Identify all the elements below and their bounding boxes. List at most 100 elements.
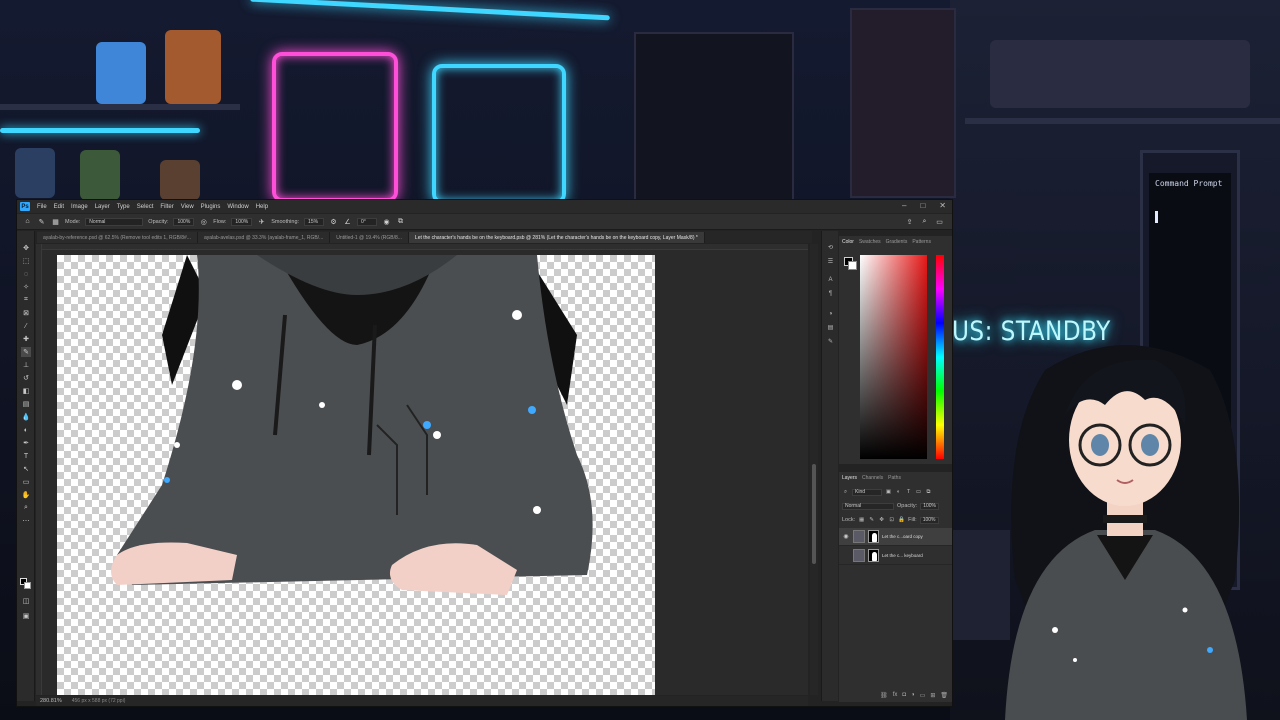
menu-layer[interactable]: Layer — [95, 204, 110, 210]
object-select-tool-icon[interactable]: ✧ — [21, 282, 31, 292]
tab-document-active[interactable]: Let the character's hands be on the keyb… — [408, 232, 705, 243]
filter-smart-icon[interactable]: ⧉ — [925, 489, 932, 496]
new-layer-icon[interactable]: ⊞ — [930, 692, 935, 699]
brushes-icon[interactable]: ✎ — [826, 337, 835, 346]
layer-mask-thumbnail[interactable] — [868, 549, 879, 562]
menu-file[interactable]: File — [37, 204, 47, 210]
canvas-vertical-scrollbar[interactable] — [810, 244, 818, 695]
zoom-tool-icon[interactable]: ⌕ — [21, 503, 31, 513]
link-layers-icon[interactable]: ⛓ — [880, 692, 888, 699]
brush-settings-icon[interactable]: ▦ — [51, 217, 60, 226]
eraser-tool-icon[interactable]: ◧ — [21, 386, 31, 396]
adjustments-icon[interactable]: ◑ — [826, 309, 835, 318]
maximize-button[interactable]: □ — [920, 201, 925, 210]
properties-icon[interactable]: ☰ — [826, 257, 835, 266]
home-icon[interactable]: ⌂ — [23, 217, 32, 226]
tab-document-3[interactable]: Untitled-1 @ 19.4% (RGB/8... — [330, 232, 409, 243]
tab-patterns[interactable]: Patterns — [912, 239, 931, 246]
add-mask-icon[interactable]: ◘ — [902, 692, 906, 699]
search-icon[interactable]: ⌕ — [920, 217, 929, 226]
frame-tool-icon[interactable]: ⊠ — [21, 308, 31, 318]
filter-shape-icon[interactable]: ▭ — [915, 489, 922, 496]
lock-transparent-icon[interactable]: ▦ — [858, 517, 865, 524]
fill-field[interactable]: 100% — [919, 516, 939, 524]
quick-mask-icon[interactable]: ◫ — [21, 596, 31, 606]
scrollbar-thumb[interactable] — [812, 464, 816, 564]
tab-gradients[interactable]: Gradients — [886, 239, 908, 246]
delete-layer-icon[interactable]: 🗑 — [940, 692, 948, 699]
photoshop-logo-icon[interactable]: Ps — [20, 202, 30, 211]
filter-type-icon[interactable]: T — [905, 489, 912, 496]
pressure-opacity-icon[interactable]: ◎ — [199, 217, 208, 226]
pen-tool-icon[interactable]: ✒ — [21, 438, 31, 448]
character-icon[interactable]: A — [826, 275, 835, 284]
layer-style-icon[interactable]: fx — [893, 692, 898, 699]
hand-tool-icon[interactable]: ✋ — [21, 490, 31, 500]
close-button[interactable]: ✕ — [939, 201, 946, 210]
eyedropper-tool-icon[interactable]: ⁄ — [21, 321, 31, 331]
stamp-tool-icon[interactable]: ⊥ — [21, 360, 31, 370]
layer-opacity-field[interactable]: 100% — [920, 502, 939, 510]
document-info[interactable]: 456 px x 588 px (72 ppi) — [72, 698, 126, 704]
group-icon[interactable]: ▭ — [920, 692, 926, 699]
blend-mode-select[interactable]: Normal — [842, 502, 894, 510]
filter-adjust-icon[interactable]: ◐ — [895, 489, 902, 496]
menu-window[interactable]: Window — [227, 204, 248, 210]
visibility-eye-icon[interactable]: ◉ — [842, 533, 850, 541]
lock-artboard-icon[interactable]: ⊡ — [888, 517, 895, 524]
tab-paths[interactable]: Paths — [888, 475, 901, 482]
opacity-field[interactable]: 100% — [173, 217, 195, 226]
menu-select[interactable]: Select — [137, 204, 154, 210]
brush-preset-icon[interactable]: ✎ — [37, 217, 46, 226]
gradient-tool-icon[interactable]: ▤ — [21, 399, 31, 409]
airbrush-icon[interactable]: ✈ — [257, 217, 266, 226]
marquee-tool-icon[interactable]: ⬚ — [21, 256, 31, 266]
visibility-eye-icon[interactable] — [842, 552, 850, 560]
document-canvas[interactable] — [57, 255, 655, 695]
smoothing-field[interactable]: 15% — [304, 217, 325, 226]
menu-view[interactable]: View — [181, 204, 194, 210]
share-icon[interactable]: ⇪ — [905, 217, 914, 226]
lock-position-icon[interactable]: ✥ — [878, 517, 885, 524]
color-picker-field[interactable] — [860, 255, 927, 459]
tab-document-2[interactable]: ayalab-avelas.psd @ 33.3% (ayalab-frame_… — [197, 232, 331, 243]
lock-image-icon[interactable]: ✎ — [868, 517, 875, 524]
symmetry-icon[interactable]: ⧉ — [396, 217, 405, 226]
layer-filter-select[interactable]: Kind — [852, 488, 882, 496]
brush-tool-icon[interactable]: ✎ — [21, 347, 31, 357]
blur-tool-icon[interactable]: 💧 — [21, 412, 31, 422]
menu-edit[interactable]: Edit — [54, 204, 64, 210]
mode-select[interactable]: Normal — [85, 217, 144, 226]
layer-row[interactable]: Let the c... keyboard — [839, 547, 952, 565]
tab-swatches[interactable]: Swatches — [859, 239, 881, 246]
lasso-tool-icon[interactable]: ◌ — [21, 269, 31, 279]
zoom-level[interactable]: 280.81% — [40, 698, 62, 704]
history-brush-tool-icon[interactable]: ↺ — [21, 373, 31, 383]
layer-row[interactable]: ◉ Let the c...oard copy — [839, 528, 952, 546]
menu-plugins[interactable]: Plugins — [201, 204, 221, 210]
menu-type[interactable]: Type — [117, 204, 130, 210]
lock-all-icon[interactable]: 🔒 — [898, 517, 905, 524]
path-select-tool-icon[interactable]: ↖ — [21, 464, 31, 474]
move-tool-icon[interactable]: ✥ — [21, 243, 31, 253]
tab-document-1[interactable]: ayalab-by-reference.psd @ 62.5% (Remove … — [37, 232, 198, 243]
crop-tool-icon[interactable]: ⌗ — [21, 295, 31, 305]
libraries-icon[interactable]: ▤ — [826, 323, 835, 332]
screen-mode-icon[interactable]: ▣ — [21, 611, 31, 621]
dodge-tool-icon[interactable]: ◐ — [21, 425, 31, 435]
color-panel-background-swatch[interactable] — [848, 261, 857, 270]
paragraph-icon[interactable]: ¶ — [826, 289, 835, 298]
pressure-size-icon[interactable]: ◉ — [382, 217, 391, 226]
tab-layers[interactable]: Layers — [842, 475, 857, 482]
background-color-swatch[interactable] — [24, 582, 31, 589]
angle-icon[interactable]: ∠ — [343, 217, 352, 226]
layer-name[interactable]: Let the c...oard copy — [882, 534, 923, 539]
layer-name[interactable]: Let the c... keyboard — [882, 553, 923, 558]
hue-slider[interactable] — [936, 255, 944, 459]
layer-mask-thumbnail[interactable] — [868, 530, 879, 543]
flow-field[interactable]: 100% — [231, 217, 253, 226]
workspace-icon[interactable]: ▭ — [935, 217, 944, 226]
history-icon[interactable]: ⟲ — [826, 243, 835, 252]
tab-channels[interactable]: Channels — [862, 475, 883, 482]
angle-field[interactable]: 0° — [357, 217, 378, 226]
